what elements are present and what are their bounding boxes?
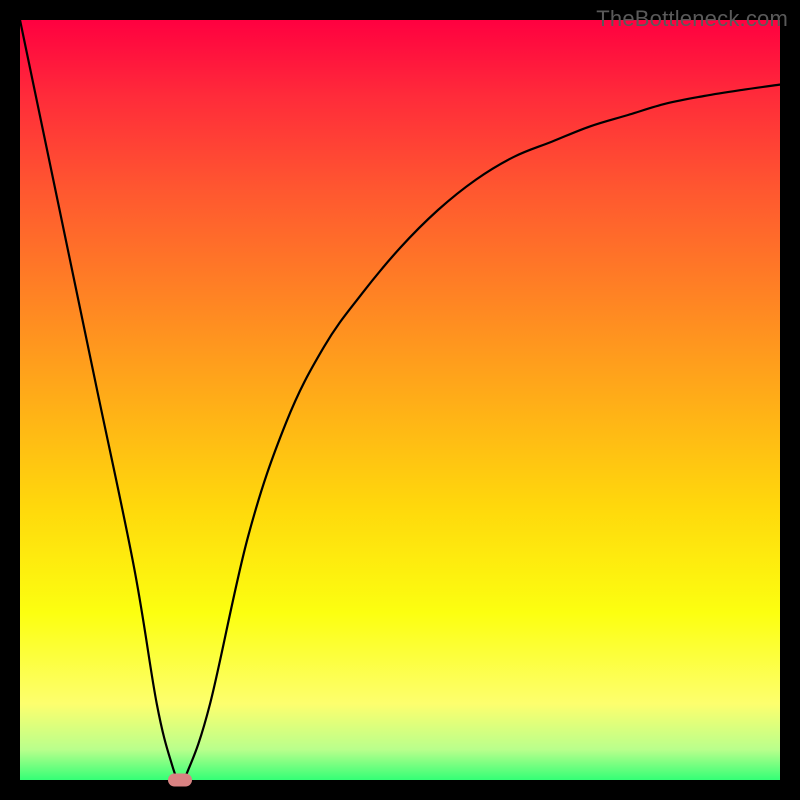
chart-frame: TheBottleneck.com (0, 0, 800, 800)
plot-area (20, 20, 780, 780)
watermark-text: TheBottleneck.com (596, 6, 788, 32)
optimal-point-marker (168, 774, 192, 787)
bottleneck-curve (20, 20, 780, 780)
